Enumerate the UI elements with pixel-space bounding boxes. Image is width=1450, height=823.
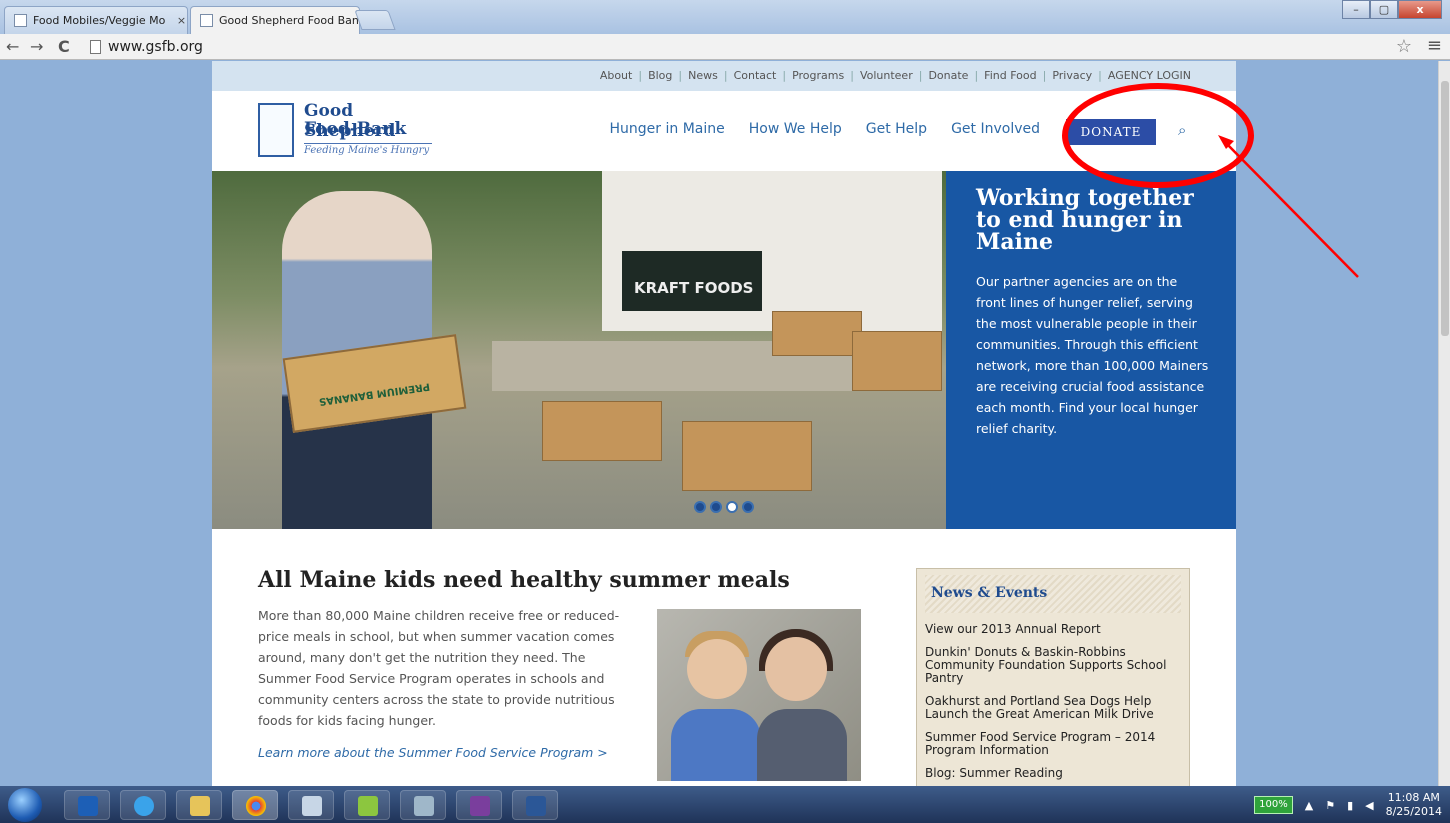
close-tab-icon[interactable]: × bbox=[177, 14, 186, 27]
calculator-taskbar-button[interactable] bbox=[288, 790, 334, 820]
tab-good-shepherd[interactable]: Good Shepherd Food Ban × bbox=[190, 6, 360, 34]
arrow-shaft bbox=[1223, 140, 1359, 278]
ie-taskbar-button[interactable] bbox=[120, 790, 166, 820]
start-button-icon[interactable] bbox=[8, 788, 42, 822]
tray-arrow-icon[interactable]: ▲ bbox=[1305, 799, 1313, 812]
tab-title: Good Shepherd Food Ban bbox=[219, 14, 359, 27]
outlook-icon bbox=[78, 796, 98, 816]
page-scrollbar[interactable] bbox=[1438, 61, 1450, 786]
window-controls: – ▢ x bbox=[1342, 0, 1442, 19]
scrollbar-thumb[interactable] bbox=[1441, 81, 1449, 336]
forward-button[interactable]: → bbox=[30, 37, 43, 57]
bookmark-star-icon[interactable]: ☆ bbox=[1396, 36, 1412, 57]
browser-toolbar: ← → C www.gsfb.org ☆ ≡ bbox=[0, 34, 1450, 60]
back-button[interactable]: ← bbox=[6, 37, 19, 57]
address-bar[interactable]: www.gsfb.org bbox=[88, 37, 1388, 57]
calculator-icon bbox=[302, 796, 322, 816]
arrow-head bbox=[1218, 135, 1234, 149]
url-text: www.gsfb.org bbox=[108, 39, 203, 55]
app-taskbar-button[interactable] bbox=[344, 790, 390, 820]
folder-icon bbox=[190, 796, 210, 816]
tab-food-mobiles[interactable]: Food Mobiles/Veggie Mo × bbox=[4, 6, 188, 34]
new-tab-button[interactable] bbox=[354, 10, 396, 30]
outlook-taskbar-button[interactable] bbox=[64, 790, 110, 820]
clock-date: 8/25/2014 bbox=[1385, 805, 1442, 818]
clock-time: 11:08 AM bbox=[1387, 791, 1440, 804]
windows-taskbar: 100% ▲ ⚑ ▮ ◀ 11:08 AM 8/25/2014 bbox=[0, 786, 1450, 823]
annotation-red-arrow bbox=[1218, 135, 1359, 278]
ie-icon bbox=[134, 796, 154, 816]
chrome-icon bbox=[246, 796, 266, 816]
publisher-icon bbox=[470, 796, 490, 816]
app-icon bbox=[358, 796, 378, 816]
app-icon bbox=[414, 796, 434, 816]
page-icon bbox=[14, 14, 27, 27]
minimize-button[interactable]: – bbox=[1342, 0, 1370, 19]
battery-indicator[interactable]: 100% bbox=[1254, 796, 1293, 814]
tab-title: Food Mobiles/Veggie Mo bbox=[33, 14, 166, 27]
browser-menu-icon[interactable]: ≡ bbox=[1427, 35, 1442, 56]
maximize-button[interactable]: ▢ bbox=[1370, 0, 1398, 19]
reload-button[interactable]: C bbox=[58, 37, 70, 57]
app-taskbar-button[interactable] bbox=[400, 790, 446, 820]
flag-icon[interactable]: ⚑ bbox=[1325, 799, 1335, 812]
chrome-taskbar-button[interactable] bbox=[232, 790, 278, 820]
page-viewport: About | Blog | News | Contact | Programs | Volunte… bbox=[0, 61, 1450, 786]
browser-tab-strip: Food Mobiles/Veggie Mo × Good Shepherd F… bbox=[0, 0, 1450, 34]
clock[interactable]: 11:08 AM 8/25/2014 bbox=[1386, 791, 1442, 819]
site-favicon-icon bbox=[200, 14, 213, 27]
word-icon bbox=[526, 796, 546, 816]
publisher-taskbar-button[interactable] bbox=[456, 790, 502, 820]
system-tray: 100% ▲ ⚑ ▮ ◀ 11:08 AM 8/25/2014 bbox=[1254, 790, 1442, 820]
word-taskbar-button[interactable] bbox=[512, 790, 558, 820]
page-icon bbox=[90, 40, 101, 54]
explorer-taskbar-button[interactable] bbox=[176, 790, 222, 820]
network-icon[interactable]: ▮ bbox=[1347, 799, 1353, 812]
volume-icon[interactable]: ◀ bbox=[1365, 799, 1373, 812]
close-window-button[interactable]: x bbox=[1398, 0, 1442, 19]
